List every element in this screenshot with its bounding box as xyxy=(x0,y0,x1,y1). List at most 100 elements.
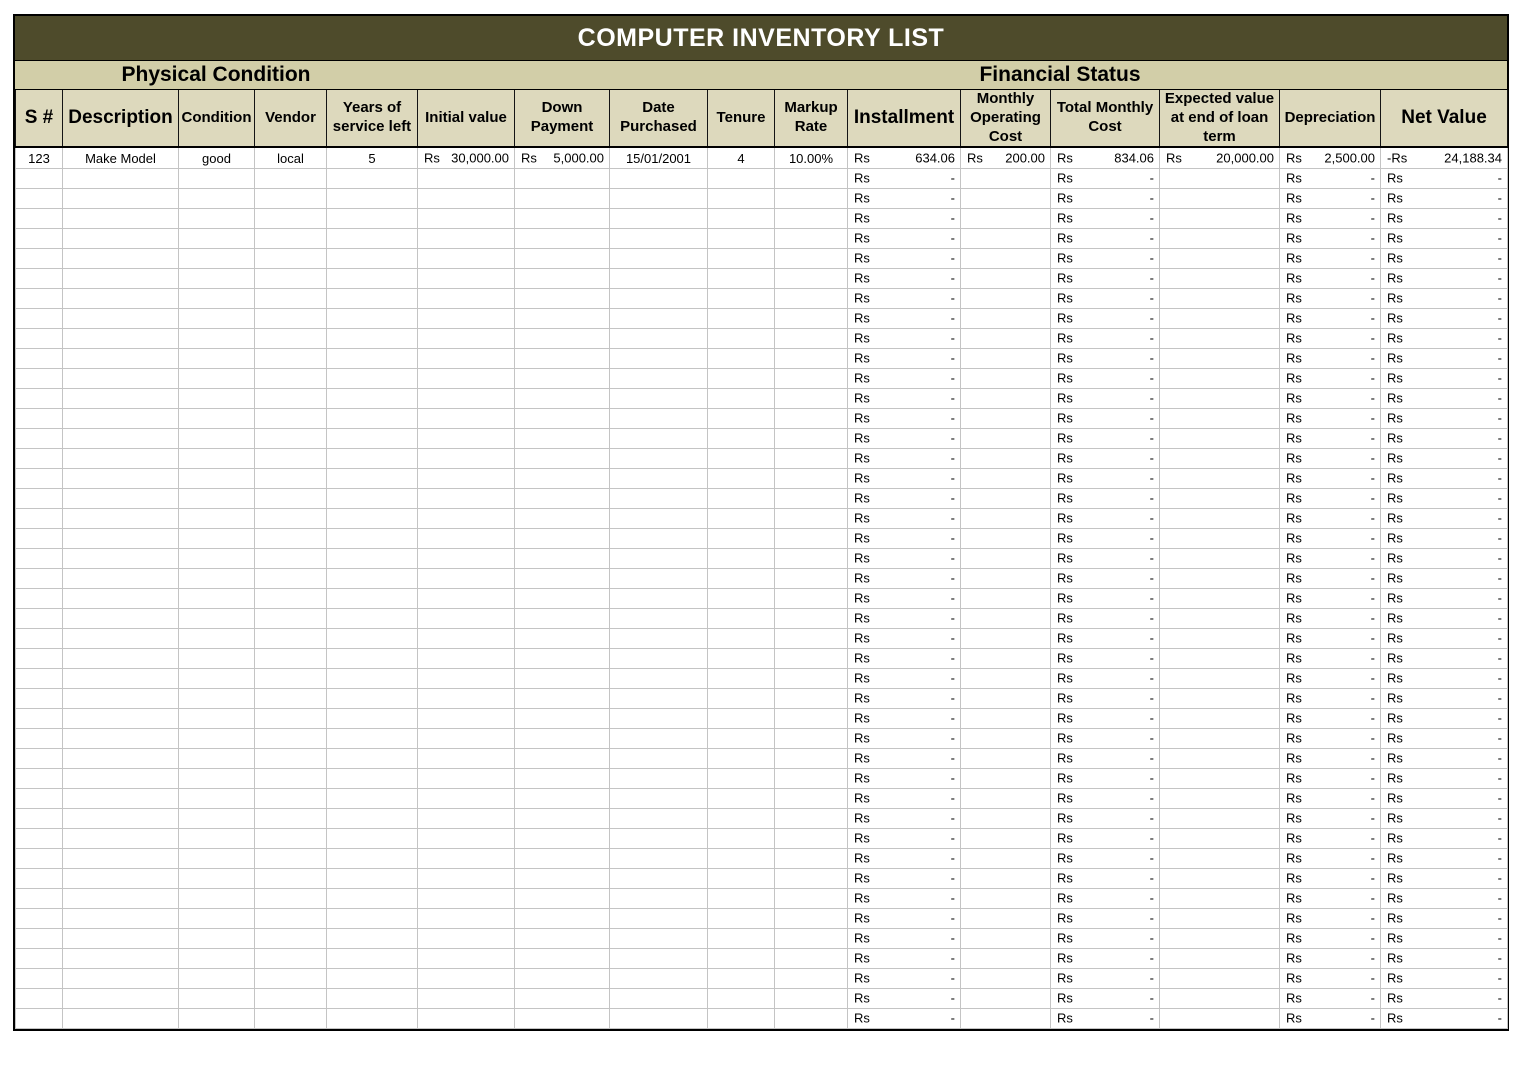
cell-down-payment[interactable] xyxy=(515,188,610,208)
cell-description[interactable] xyxy=(63,328,179,348)
cell-expected-value[interactable] xyxy=(1160,988,1280,1008)
cell-years-of-service[interactable] xyxy=(327,208,418,228)
cell-markup-rate[interactable] xyxy=(775,408,848,428)
cell-years-of-service[interactable] xyxy=(327,448,418,468)
cell-years-of-service[interactable] xyxy=(327,228,418,248)
cell-markup-rate[interactable] xyxy=(775,848,848,868)
cell-description[interactable] xyxy=(63,928,179,948)
cell-markup-rate[interactable] xyxy=(775,568,848,588)
cell-depreciation[interactable]: Rs - xyxy=(1280,968,1381,988)
cell-initial-value[interactable] xyxy=(418,1008,515,1028)
cell-markup-rate[interactable] xyxy=(775,168,848,188)
cell-monthly-operating-cost[interactable]: Rs 200.00 xyxy=(961,147,1051,168)
cell-years-of-service[interactable] xyxy=(327,268,418,288)
cell-depreciation[interactable]: Rs - xyxy=(1280,308,1381,328)
cell-depreciation[interactable]: Rs - xyxy=(1280,448,1381,468)
cell-condition[interactable] xyxy=(179,628,255,648)
cell-installment[interactable]: Rs - xyxy=(848,688,961,708)
cell-vendor[interactable] xyxy=(255,668,327,688)
cell-expected-value[interactable] xyxy=(1160,768,1280,788)
cell-markup-rate[interactable] xyxy=(775,208,848,228)
cell-net-value[interactable]: Rs - xyxy=(1381,328,1508,348)
cell-serial[interactable] xyxy=(16,948,63,968)
cell-description[interactable] xyxy=(63,208,179,228)
cell-installment[interactable]: Rs - xyxy=(848,948,961,968)
cell-net-value[interactable]: Rs - xyxy=(1381,848,1508,868)
cell-down-payment[interactable]: Rs 5,000.00 xyxy=(515,147,610,168)
cell-years-of-service[interactable]: 5 xyxy=(327,147,418,168)
cell-markup-rate[interactable] xyxy=(775,968,848,988)
cell-description[interactable] xyxy=(63,628,179,648)
cell-monthly-operating-cost[interactable] xyxy=(961,428,1051,448)
cell-installment[interactable]: Rs - xyxy=(848,388,961,408)
cell-net-value[interactable]: Rs - xyxy=(1381,628,1508,648)
cell-depreciation[interactable]: Rs - xyxy=(1280,768,1381,788)
cell-net-value[interactable]: Rs - xyxy=(1381,688,1508,708)
cell-years-of-service[interactable] xyxy=(327,908,418,928)
cell-monthly-operating-cost[interactable] xyxy=(961,908,1051,928)
cell-condition[interactable] xyxy=(179,188,255,208)
cell-description[interactable] xyxy=(63,168,179,188)
col-header-depreciation[interactable]: Depreciation xyxy=(1280,90,1381,147)
cell-expected-value[interactable] xyxy=(1160,368,1280,388)
cell-markup-rate[interactable] xyxy=(775,308,848,328)
cell-initial-value[interactable] xyxy=(418,868,515,888)
cell-depreciation[interactable]: Rs 2,500.00 xyxy=(1280,147,1381,168)
cell-condition[interactable] xyxy=(179,408,255,428)
cell-expected-value[interactable] xyxy=(1160,908,1280,928)
cell-serial[interactable] xyxy=(16,868,63,888)
cell-tenure[interactable] xyxy=(708,608,775,628)
cell-initial-value[interactable] xyxy=(418,568,515,588)
cell-tenure[interactable] xyxy=(708,248,775,268)
cell-net-value[interactable]: Rs - xyxy=(1381,908,1508,928)
cell-net-value[interactable]: Rs - xyxy=(1381,348,1508,368)
col-header-description[interactable]: Description xyxy=(63,90,179,147)
cell-tenure[interactable] xyxy=(708,388,775,408)
cell-depreciation[interactable]: Rs - xyxy=(1280,508,1381,528)
cell-condition[interactable] xyxy=(179,528,255,548)
cell-installment[interactable]: Rs - xyxy=(848,288,961,308)
cell-years-of-service[interactable] xyxy=(327,668,418,688)
cell-monthly-operating-cost[interactable] xyxy=(961,888,1051,908)
cell-years-of-service[interactable] xyxy=(327,468,418,488)
cell-tenure[interactable] xyxy=(708,268,775,288)
cell-net-value[interactable]: Rs - xyxy=(1381,448,1508,468)
cell-date-purchased[interactable] xyxy=(610,648,708,668)
col-header-down-payment[interactable]: Down Payment xyxy=(515,90,610,147)
cell-total-monthly-cost[interactable]: Rs - xyxy=(1051,348,1160,368)
cell-description[interactable] xyxy=(63,1008,179,1028)
cell-initial-value[interactable] xyxy=(418,348,515,368)
cell-initial-value[interactable] xyxy=(418,508,515,528)
cell-tenure[interactable] xyxy=(708,328,775,348)
cell-date-purchased[interactable] xyxy=(610,388,708,408)
cell-serial[interactable] xyxy=(16,748,63,768)
cell-description[interactable] xyxy=(63,568,179,588)
cell-tenure[interactable] xyxy=(708,928,775,948)
cell-net-value[interactable]: Rs - xyxy=(1381,528,1508,548)
cell-monthly-operating-cost[interactable] xyxy=(961,648,1051,668)
cell-depreciation[interactable]: Rs - xyxy=(1280,268,1381,288)
col-header-serial[interactable]: S # xyxy=(16,90,63,147)
cell-description[interactable] xyxy=(63,288,179,308)
cell-markup-rate[interactable] xyxy=(775,928,848,948)
cell-monthly-operating-cost[interactable] xyxy=(961,528,1051,548)
cell-condition[interactable] xyxy=(179,888,255,908)
cell-date-purchased[interactable] xyxy=(610,888,708,908)
cell-expected-value[interactable] xyxy=(1160,588,1280,608)
cell-condition[interactable] xyxy=(179,828,255,848)
cell-down-payment[interactable] xyxy=(515,908,610,928)
cell-vendor[interactable] xyxy=(255,888,327,908)
cell-serial[interactable] xyxy=(16,248,63,268)
cell-total-monthly-cost[interactable]: Rs - xyxy=(1051,268,1160,288)
cell-serial[interactable] xyxy=(16,648,63,668)
cell-net-value[interactable]: Rs - xyxy=(1381,668,1508,688)
cell-depreciation[interactable]: Rs - xyxy=(1280,688,1381,708)
cell-vendor[interactable] xyxy=(255,728,327,748)
cell-down-payment[interactable] xyxy=(515,688,610,708)
cell-description[interactable] xyxy=(63,708,179,728)
cell-years-of-service[interactable] xyxy=(327,868,418,888)
cell-down-payment[interactable] xyxy=(515,408,610,428)
cell-expected-value[interactable] xyxy=(1160,728,1280,748)
cell-monthly-operating-cost[interactable] xyxy=(961,288,1051,308)
cell-years-of-service[interactable] xyxy=(327,328,418,348)
